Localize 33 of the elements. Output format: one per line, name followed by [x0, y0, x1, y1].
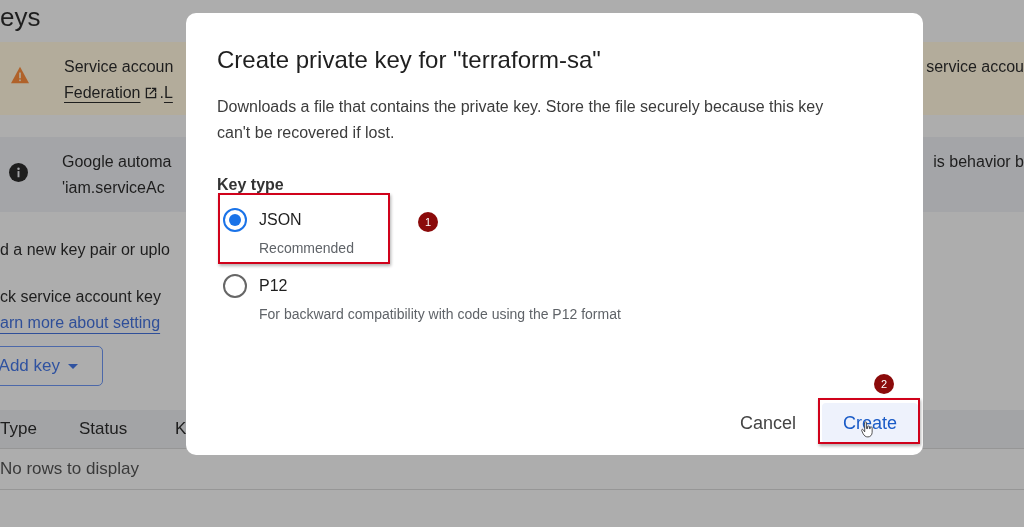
dialog-description: Downloads a file that contains the private key. Store the file securely because this key can't be recovered if lost. — [217, 97, 825, 143]
body-text: ck service account key — [0, 287, 161, 307]
page-title: eys — [0, 1, 41, 33]
caret-icon — [68, 363, 78, 369]
field-label: Key type — [217, 176, 284, 194]
banner-text: is behavior b — [933, 152, 1024, 172]
info-icon — [9, 163, 28, 182]
cancel-button[interactable]: Cancel — [725, 403, 810, 443]
column-header: Status — [79, 419, 129, 439]
learn-more-link[interactable]: arn more about setting — [0, 310, 161, 336]
empty-table-message: No rows to display — [0, 459, 139, 479]
federation-link[interactable]: Federation — [64, 80, 141, 106]
banner-text: Service accoun — [64, 57, 174, 77]
step-badge: 2 — [874, 374, 894, 394]
option-hint: For backward compatibility with code using the P12 format — [259, 306, 621, 322]
external-link-icon — [143, 86, 158, 100]
radio-button[interactable] — [223, 208, 247, 232]
banner-text: . — [159, 83, 164, 103]
body-text: d a new key pair or uplo — [0, 240, 170, 260]
banner-text: service accou — [926, 57, 1024, 77]
banner-text: Google automa — [62, 152, 172, 172]
banner-link[interactable]: L — [163, 80, 173, 106]
option-hint: Recommended — [259, 240, 354, 256]
column-header: Type — [0, 419, 38, 439]
warning-icon — [10, 66, 30, 84]
dialog-title: Create private key for "terraform-sa" — [217, 45, 601, 75]
radio-button[interactable] — [223, 274, 247, 298]
banner-text: 'iam.serviceAc — [62, 178, 166, 198]
option-label[interactable]: JSON — [259, 211, 302, 229]
column-header: K — [175, 419, 187, 439]
option-label[interactable]: P12 — [259, 277, 288, 295]
create-button[interactable]: Create — [822, 403, 918, 443]
step-badge: 1 — [418, 212, 438, 232]
